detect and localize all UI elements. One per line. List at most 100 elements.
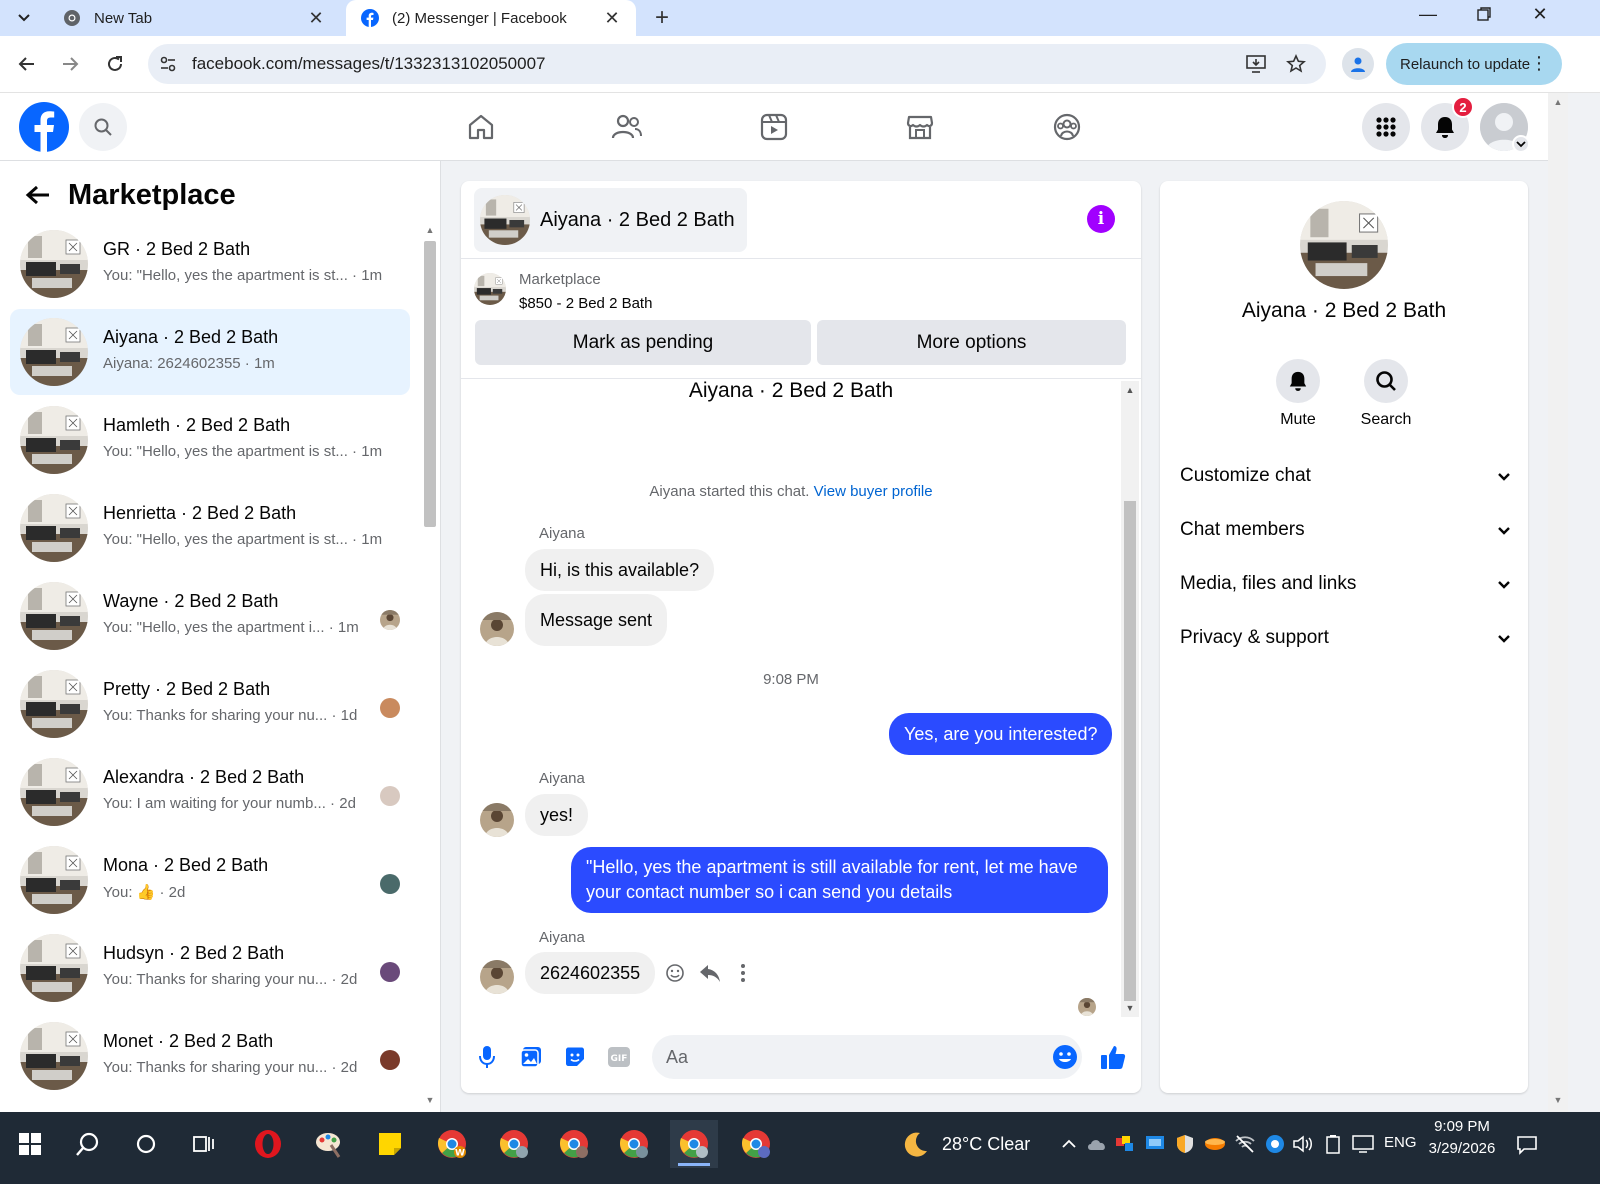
tab-messenger[interactable]: (2) Messenger | Facebook ✕ <box>346 0 636 36</box>
maximize-icon[interactable] <box>1456 0 1512 28</box>
scroll-up-arrow-icon[interactable]: ▲ <box>1124 385 1136 395</box>
scroll-down-arrow-icon[interactable]: ▼ <box>1124 1003 1136 1013</box>
sender-avatar[interactable] <box>480 960 514 994</box>
system-clock[interactable]: 9:09 PM 3/29/2026 <box>1418 1116 1506 1160</box>
privacy-support-section[interactable]: Privacy & support <box>1180 618 1510 658</box>
chrome-profile-icon[interactable] <box>550 1120 598 1168</box>
conversation-item[interactable]: Pretty · 2 Bed 2 Bath You: Thanks for sh… <box>10 661 410 747</box>
chrome-profile-icon[interactable] <box>490 1120 538 1168</box>
site-info-icon[interactable] <box>148 44 188 84</box>
more-options-button[interactable]: More options <box>817 320 1126 365</box>
reload-icon[interactable] <box>99 48 131 80</box>
close-window-icon[interactable]: ✕ <box>1512 0 1568 28</box>
browser-menu-icon[interactable]: ⋮ <box>1530 53 1548 73</box>
conversation-item-selected[interactable]: Aiyana · 2 Bed 2 Bath Aiyana: 2624602355… <box>10 309 410 395</box>
incoming-message[interactable]: yes! <box>525 794 589 836</box>
microphone-icon[interactable] <box>471 1041 503 1073</box>
conversation-item[interactable]: Hudsyn · 2 Bed 2 Bath You: Thanks for sh… <box>10 925 410 1011</box>
browser-profile-icon[interactable] <box>1342 48 1374 80</box>
chrome-active-window-icon[interactable] <box>670 1120 718 1168</box>
home-icon[interactable] <box>461 107 501 147</box>
tray-chevron-up-icon[interactable] <box>1056 1126 1082 1162</box>
conversation-item[interactable]: Henrietta · 2 Bed 2 Bath You: "Hello, ye… <box>10 485 410 571</box>
input-language[interactable]: ENG <box>1384 1134 1417 1151</box>
back-arrow-icon[interactable] <box>11 48 43 80</box>
incoming-message[interactable]: Message sent <box>525 594 668 646</box>
scrollbar-thumb[interactable] <box>424 241 436 527</box>
sidebar-scrollbar[interactable]: ▲ ▼ <box>421 221 439 1109</box>
close-tab-icon[interactable]: ✕ <box>602 8 622 28</box>
outgoing-message[interactable]: "Hello, yes the apartment is still avail… <box>571 847 1108 913</box>
forward-arrow-icon[interactable] <box>54 48 86 80</box>
chat-header-profile[interactable]: Aiyana · 2 Bed 2 Bath <box>474 188 747 252</box>
reply-arrow-icon[interactable] <box>696 959 724 987</box>
account-chevron-down-icon[interactable] <box>1512 135 1530 153</box>
outgoing-message[interactable]: Yes, are you interested? <box>889 713 1113 755</box>
volume-icon[interactable] <box>1290 1126 1316 1162</box>
new-tab-plus-icon[interactable]: + <box>648 4 676 32</box>
conversation-item[interactable]: Hamleth · 2 Bed 2 Bath You: "Hello, yes … <box>10 397 410 483</box>
messages-scrollbar[interactable]: ▲ ▼ <box>1121 381 1139 1017</box>
mute-button[interactable]: Mute <box>1258 359 1338 429</box>
scroll-down-arrow-icon[interactable]: ▼ <box>1552 1095 1564 1107</box>
weather-widget[interactable]: 28°C Clear <box>900 1122 1030 1166</box>
video-icon[interactable] <box>754 107 794 147</box>
address-bar[interactable]: facebook.com/messages/t/1332313102050007 <box>148 44 1326 84</box>
groups-icon[interactable] <box>1047 107 1087 147</box>
battery-icon[interactable] <box>1320 1126 1346 1162</box>
task-view-icon[interactable] <box>180 1120 228 1168</box>
network-disconnected-icon[interactable] <box>1232 1126 1258 1162</box>
security-shield-icon[interactable] <box>1172 1126 1198 1162</box>
conversation-item[interactable]: GR · 2 Bed 2 Bath You: "Hello, yes the a… <box>10 221 410 307</box>
tray-drive-icon[interactable] <box>1202 1126 1228 1162</box>
scrollbar-thumb[interactable] <box>1124 501 1136 1001</box>
message-input[interactable] <box>652 1035 1082 1079</box>
chrome-profile-icon[interactable] <box>732 1120 780 1168</box>
conversation-item[interactable]: Wayne · 2 Bed 2 Bath You: "Hello, yes th… <box>10 573 410 659</box>
page-scrollbar[interactable]: ▲ ▼ <box>1548 93 1568 1112</box>
conversation-item[interactable]: Monet · 2 Bed 2 Bath You: Thanks for sha… <box>10 1013 410 1099</box>
sticky-notes-icon[interactable] <box>366 1120 414 1168</box>
windows-start-icon[interactable] <box>6 1120 54 1168</box>
listing-title[interactable]: $850 - 2 Bed 2 Bath <box>519 295 652 312</box>
incoming-message[interactable]: 2624602355 <box>525 952 656 994</box>
media-files-links-section[interactable]: Media, files and links <box>1180 564 1510 604</box>
conversation-info-icon[interactable]: i <box>1087 205 1115 233</box>
sender-avatar[interactable] <box>480 612 514 646</box>
conversation-item[interactable]: Alexandra · 2 Bed 2 Bath You: I am waiti… <box>10 749 410 835</box>
minimize-icon[interactable]: — <box>1400 0 1456 28</box>
taskbar-search-icon[interactable] <box>64 1120 112 1168</box>
paint-app-icon[interactable] <box>304 1120 352 1168</box>
incoming-message[interactable]: Hi, is this available? <box>525 549 715 591</box>
menu-grid-icon[interactable] <box>1362 103 1410 151</box>
install-app-icon[interactable] <box>1242 50 1270 78</box>
view-buyer-profile-link[interactable]: View buyer profile <box>814 483 933 500</box>
back-arrow-icon[interactable] <box>20 177 56 213</box>
marketplace-icon[interactable] <box>900 107 940 147</box>
tray-app-icon[interactable] <box>1112 1126 1138 1162</box>
photo-attach-icon[interactable] <box>515 1041 547 1073</box>
scroll-up-arrow-icon[interactable]: ▲ <box>424 225 436 235</box>
friends-icon[interactable] <box>607 107 647 147</box>
emoji-icon[interactable] <box>1049 1041 1081 1073</box>
tray-monitor-icon[interactable] <box>1142 1126 1168 1162</box>
sticker-icon[interactable] <box>559 1041 591 1073</box>
chrome-profile-icon[interactable]: W <box>428 1120 476 1168</box>
more-vertical-icon[interactable] <box>729 959 757 987</box>
facebook-logo-icon[interactable] <box>19 102 69 152</box>
tab-new-tab[interactable]: New Tab ✕ <box>48 0 340 36</box>
scroll-down-arrow-icon[interactable]: ▼ <box>424 1095 436 1105</box>
cortana-circle-icon[interactable] <box>122 1120 170 1168</box>
react-smiley-icon[interactable] <box>661 959 689 987</box>
cloud-icon[interactable] <box>1084 1126 1110 1162</box>
action-center-icon[interactable] <box>1512 1130 1542 1160</box>
search-in-conversation-button[interactable]: Search <box>1346 359 1426 429</box>
close-tab-icon[interactable]: ✕ <box>306 8 326 28</box>
opera-browser-icon[interactable] <box>244 1120 292 1168</box>
conversation-item[interactable]: Mona · 2 Bed 2 Bath You: 👍 · 2d <box>10 837 410 923</box>
bookmark-star-icon[interactable] <box>1282 50 1310 78</box>
tab-search-chevron-icon[interactable] <box>8 4 40 32</box>
listing-thumbnail[interactable] <box>1300 201 1388 289</box>
sender-avatar[interactable] <box>480 803 514 837</box>
gif-icon[interactable]: GIF <box>603 1041 635 1073</box>
